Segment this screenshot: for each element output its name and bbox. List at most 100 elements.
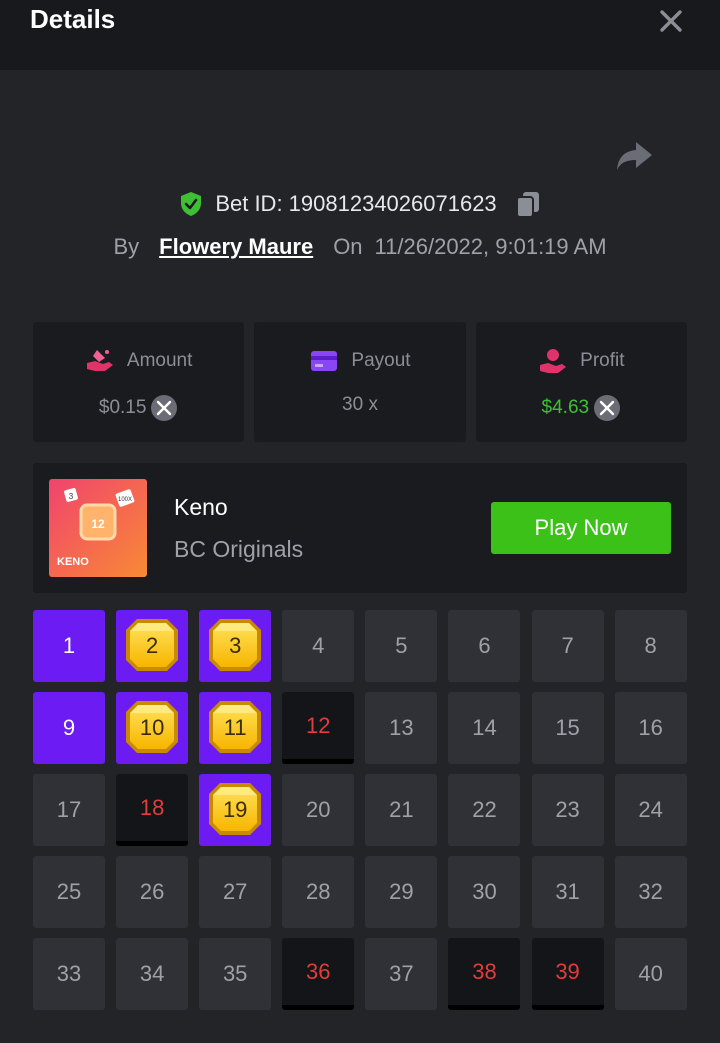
keno-cell-number: 8	[644, 633, 657, 658]
keno-thumbnail[interactable]: 12 3 100X KENO	[49, 479, 147, 577]
keno-cell-number: 3	[229, 633, 242, 658]
keno-cell-number: 4	[312, 633, 325, 658]
keno-cell-number: 11	[223, 715, 247, 740]
keno-cell-number: 10	[139, 715, 165, 740]
keno-cell-4[interactable]: 4	[282, 610, 355, 682]
amount-value: $0.15	[98, 397, 147, 418]
keno-cell-number: 35	[222, 961, 248, 986]
keno-cell-17[interactable]: 17	[33, 774, 105, 846]
thumb-label: KENO	[57, 556, 89, 568]
xrp-coin-icon	[594, 395, 621, 421]
keno-cell-number: 33	[56, 961, 82, 986]
keno-cell-number: 23	[555, 797, 580, 822]
keno-cell-31[interactable]: 31	[531, 856, 604, 928]
keno-cell-5[interactable]: 5	[365, 610, 438, 682]
keno-cell-1[interactable]: 1	[33, 610, 105, 682]
payout-value: 30 x	[342, 394, 378, 415]
keno-cell-21[interactable]: 21	[365, 774, 438, 846]
game-provider: BC Originals	[174, 536, 304, 562]
keno-cell-7[interactable]: 7	[531, 610, 604, 682]
keno-cell-number: 25	[56, 879, 82, 904]
bet-id: Bet ID: 19081234026071623	[215, 191, 497, 216]
thumb-die: 3	[69, 492, 74, 501]
keno-cell-2[interactable]: 2	[116, 610, 189, 682]
on-label: On	[333, 234, 363, 259]
keno-cell-19[interactable]: 19	[199, 774, 272, 846]
keno-cell-15[interactable]: 15	[531, 692, 604, 764]
keno-cell-39[interactable]: 39	[531, 938, 604, 1010]
keno-cell-number: 27	[222, 879, 248, 904]
card-icon	[311, 351, 338, 371]
payout-stat: Payout 30 x	[254, 322, 466, 442]
share-icon[interactable]	[614, 136, 656, 174]
by-label: By	[113, 234, 140, 259]
keno-cell-26[interactable]: 26	[116, 856, 189, 928]
game-card: 12 3 100X KENO Keno BC Originals Play No…	[33, 463, 687, 593]
keno-cell-35[interactable]: 35	[199, 938, 272, 1010]
keno-cell-25[interactable]: 25	[33, 856, 105, 928]
bet-id-row: Bet ID: 19081234026071623	[0, 186, 720, 222]
keno-cell-6[interactable]: 6	[448, 610, 521, 682]
keno-cell-18[interactable]: 18	[116, 774, 189, 846]
keno-cell-34[interactable]: 34	[116, 938, 189, 1010]
keno-cell-number: 21	[389, 797, 414, 822]
keno-cell-27[interactable]: 27	[199, 856, 272, 928]
keno-cell-number: 24	[638, 797, 663, 822]
bet-stats: Amount $0.15 Payout 30 x Profit $4.63	[33, 322, 687, 442]
keno-cell-38[interactable]: 38	[448, 938, 521, 1010]
keno-cell-number: 17	[56, 797, 82, 822]
details-header: Details	[0, 0, 720, 70]
profit-label: Profit	[580, 350, 625, 371]
keno-cell-30[interactable]: 30	[448, 856, 521, 928]
keno-cell-13[interactable]: 13	[365, 692, 438, 764]
game-name[interactable]: Keno	[174, 494, 228, 521]
keno-cell-number: 6	[478, 633, 491, 658]
keno-cell-16[interactable]: 16	[614, 692, 687, 764]
keno-cell-12[interactable]: 12	[282, 692, 355, 764]
keno-cell-number: 22	[472, 797, 497, 822]
keno-cell-number: 9	[62, 715, 76, 740]
keno-cell-28[interactable]: 28	[282, 856, 355, 928]
keno-cell-number: 19	[222, 797, 248, 822]
keno-cell-37[interactable]: 37	[365, 938, 438, 1010]
keno-cell-10[interactable]: 10	[116, 692, 189, 764]
keno-board: 1 2 3 4 5 6 7 8 9 10 11 12 13 14 15 16 17 18 19 20 21 22 23 24 2…	[33, 610, 687, 1010]
verified-shield-icon	[181, 192, 202, 216]
keno-cell-20[interactable]: 20	[282, 774, 355, 846]
keno-cell-number: 36	[306, 958, 331, 984]
user-link[interactable]: Flowery Maure	[159, 234, 313, 260]
keno-cell-9[interactable]: 9	[33, 692, 105, 764]
keno-cell-number: 30	[472, 879, 497, 904]
keno-cell-number: 32	[638, 879, 663, 904]
payout-label: Payout	[351, 350, 411, 371]
keno-cell-number: 1	[62, 633, 76, 658]
close-icon[interactable]	[654, 4, 688, 38]
keno-cell-22[interactable]: 22	[448, 774, 521, 846]
keno-cell-40[interactable]: 40	[614, 938, 687, 1010]
profit-stat: Profit $4.63	[475, 322, 687, 442]
thumb-number: 12	[91, 517, 105, 531]
keno-cell-11[interactable]: 11	[199, 692, 272, 764]
keno-cell-number: 14	[472, 715, 497, 740]
keno-cell-36[interactable]: 36	[282, 938, 355, 1010]
play-now-button[interactable]: Play Now	[491, 502, 671, 554]
keno-cell-8[interactable]: 8	[614, 610, 687, 682]
keno-cell-number: 40	[638, 961, 663, 986]
keno-cell-14[interactable]: 14	[448, 692, 521, 764]
copy-icon[interactable]	[515, 190, 541, 218]
keno-cell-number: 12	[306, 712, 331, 738]
bet-author-row: By Flowery Maure On 11/26/2022, 9:01:19 …	[0, 230, 720, 264]
profit-value: $4.63	[541, 397, 590, 418]
keno-cell-number: 15	[555, 715, 580, 740]
keno-cell-number: 34	[139, 961, 165, 986]
keno-cell-29[interactable]: 29	[365, 856, 438, 928]
keno-cell-3[interactable]: 3	[199, 610, 272, 682]
keno-cell-number: 38	[472, 958, 497, 984]
bet-date: 11/26/2022, 9:01:19 AM	[374, 234, 607, 259]
keno-cell-number: 31	[555, 879, 580, 904]
keno-cell-24[interactable]: 24	[614, 774, 687, 846]
keno-cell-23[interactable]: 23	[531, 774, 604, 846]
keno-cell-number: 26	[139, 879, 165, 904]
keno-cell-32[interactable]: 32	[614, 856, 687, 928]
keno-cell-33[interactable]: 33	[33, 938, 105, 1010]
